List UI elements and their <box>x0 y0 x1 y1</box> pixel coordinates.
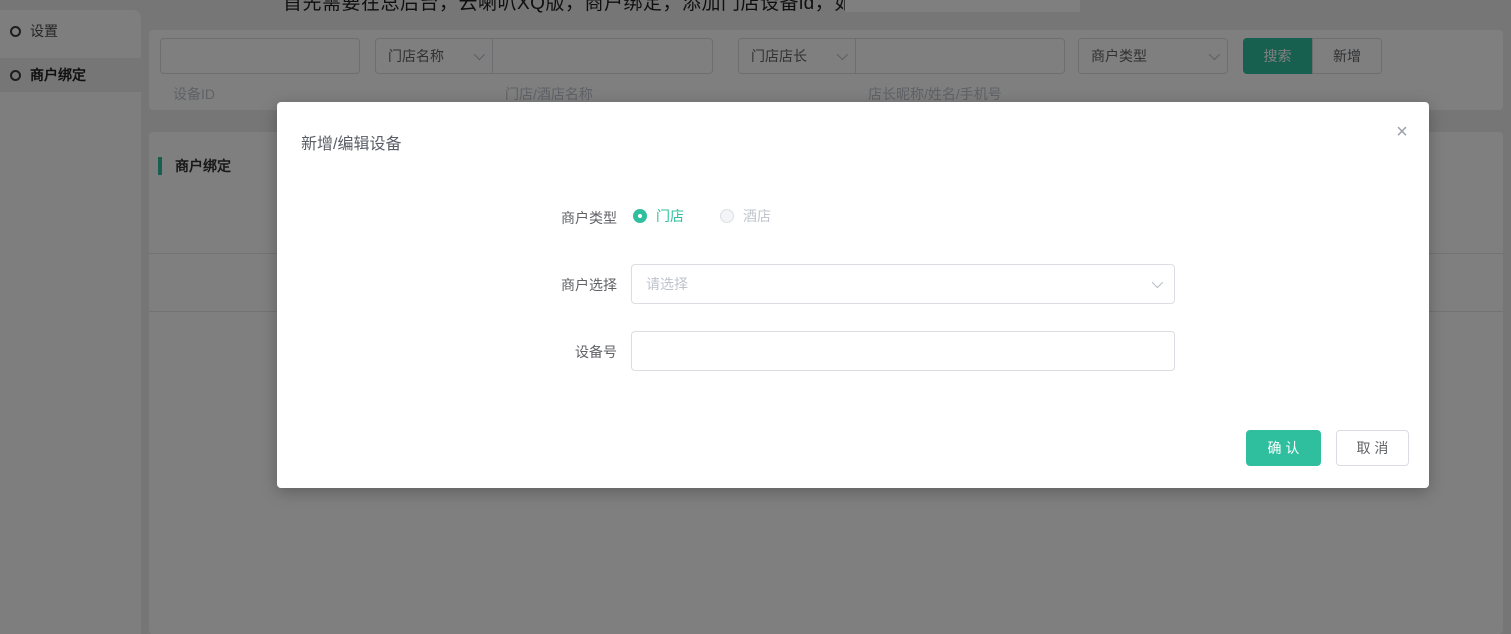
radio-store[interactable]: 门店 <box>633 206 684 226</box>
merchant-select-placeholder: 请选择 <box>646 276 688 292</box>
add-edit-device-modal: 新增/编辑设备 × 商户类型 门店 酒店 商户选择 请选择 设备号 确 认 取 … <box>277 102 1429 488</box>
merchant-type-label: 商户类型 <box>561 210 617 226</box>
modal-title: 新增/编辑设备 <box>301 136 402 153</box>
radio-hotel[interactable]: 酒店 <box>720 206 771 226</box>
radio-selected-icon <box>633 209 647 223</box>
radio-unselected-icon <box>720 209 734 223</box>
confirm-button[interactable]: 确 认 <box>1246 430 1321 466</box>
cancel-button[interactable]: 取 消 <box>1336 430 1409 466</box>
device-no-label: 设备号 <box>575 344 617 360</box>
chevron-down-icon <box>1151 276 1164 289</box>
merchant-type-radio-group: 门店 酒店 <box>633 206 771 226</box>
radio-hotel-label: 酒店 <box>743 208 771 224</box>
radio-store-label: 门店 <box>656 208 684 224</box>
device-no-input[interactable] <box>631 331 1175 371</box>
merchant-select-label: 商户选择 <box>561 277 617 293</box>
close-icon[interactable]: × <box>1390 120 1414 144</box>
merchant-select-dropdown[interactable]: 请选择 <box>631 264 1175 304</box>
